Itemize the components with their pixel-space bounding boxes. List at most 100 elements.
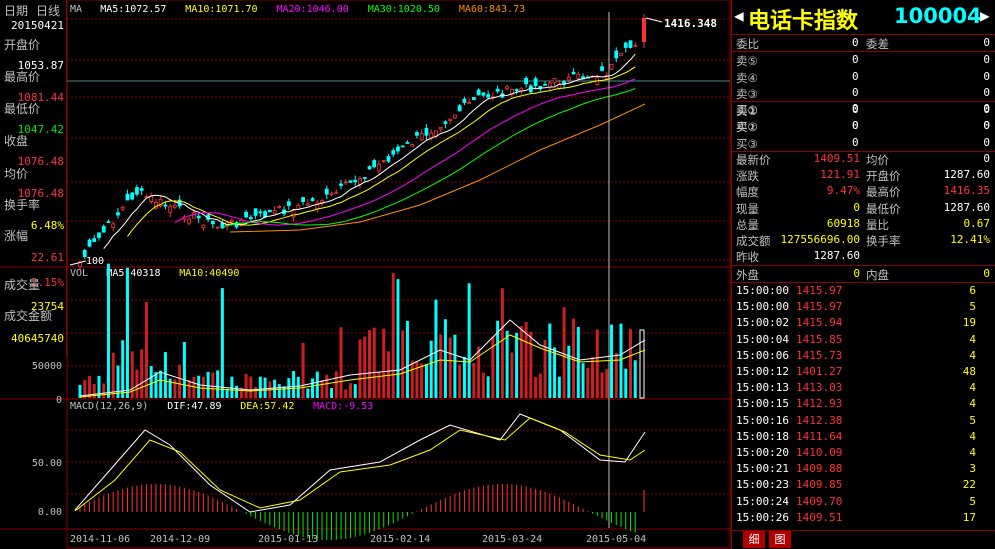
buy-volume: 0 bbox=[983, 135, 990, 149]
legend-item: MA bbox=[70, 4, 82, 15]
x-axis-date: 2014-12-09 bbox=[150, 534, 210, 545]
volume-bar bbox=[144, 301, 148, 398]
stat-row: 幅度 9.47% 最高价 1416.35 bbox=[734, 184, 994, 200]
volume-bar bbox=[334, 371, 338, 398]
buy-price: 0 bbox=[852, 118, 859, 132]
volume-bar bbox=[477, 346, 481, 398]
stat-label: 现量 bbox=[736, 201, 759, 216]
sell-label: 卖③ bbox=[736, 87, 758, 102]
candle-body bbox=[609, 63, 614, 70]
candle-body bbox=[130, 192, 135, 200]
arrow-right-icon[interactable]: ▶ bbox=[980, 6, 990, 25]
candle-body bbox=[362, 177, 367, 179]
candle-body bbox=[614, 50, 619, 59]
volume-bar bbox=[220, 288, 224, 398]
stat-row: 昨收 1287.60 bbox=[734, 249, 994, 265]
volume-bar bbox=[581, 363, 585, 398]
candle-body bbox=[415, 132, 419, 136]
tick-row: 15:00:26 1409.51 17 bbox=[734, 511, 992, 526]
tick-price: 1415.97 bbox=[796, 284, 843, 297]
tab-detail[interactable]: 细 bbox=[743, 531, 765, 548]
candle-body bbox=[476, 89, 481, 96]
tick-row: 15:00:12 1401.27 48 bbox=[734, 365, 992, 380]
volume-bar bbox=[121, 340, 125, 398]
volume-bar bbox=[106, 263, 110, 398]
buy-price: 0 bbox=[852, 102, 859, 115]
candle-body bbox=[410, 144, 415, 147]
tick-price: 1411.64 bbox=[796, 429, 843, 443]
arrow-left-icon[interactable]: ◀ bbox=[734, 6, 744, 25]
sell-row: 卖③ 0 0 bbox=[734, 86, 994, 102]
legend-item: MA10:40490 bbox=[179, 268, 239, 279]
volume-bar bbox=[287, 378, 291, 398]
ma-line bbox=[127, 66, 636, 237]
sell-volume: 0 bbox=[983, 69, 990, 83]
weicha-value: 0 bbox=[983, 36, 990, 49]
candle-body bbox=[543, 83, 547, 86]
tick-time: 15:00:06 bbox=[736, 348, 789, 362]
stat-row: 最新价 1409.51 均价 0 bbox=[734, 152, 994, 168]
left-label: 日期 bbox=[4, 4, 29, 18]
stat-value-2: 1416.35 bbox=[943, 184, 990, 198]
volume-bar bbox=[401, 330, 405, 398]
stat-row: 总量 60918 量比 0.67 bbox=[734, 217, 994, 233]
volume-bar bbox=[125, 267, 129, 398]
stat-row: 涨跌 121.91 开盘价 1287.60 bbox=[734, 168, 994, 184]
candle-body bbox=[396, 146, 400, 152]
candle-body bbox=[623, 42, 628, 48]
volume-bar bbox=[519, 326, 523, 398]
candle-body bbox=[343, 181, 348, 184]
period-label[interactable]: 日线 bbox=[36, 2, 60, 19]
candle-body bbox=[514, 89, 519, 92]
left-label: 开盘价 bbox=[4, 38, 41, 52]
volume-bar bbox=[391, 273, 395, 398]
chart-area[interactable]: MA MA5:1072.57 MA10:1071.70 MA20:1046.00 MA3… bbox=[0, 0, 731, 549]
x-axis-date: 2015-02-14 bbox=[370, 534, 430, 545]
tab-chart[interactable]: 图 bbox=[769, 531, 791, 548]
volume-bar bbox=[538, 373, 542, 398]
stat-value: 1409.51 bbox=[813, 152, 860, 165]
tick-price: 1409.88 bbox=[796, 462, 843, 476]
volume-bar bbox=[225, 388, 229, 398]
volume-bar bbox=[405, 320, 409, 398]
divider bbox=[732, 282, 995, 283]
candle-body bbox=[481, 92, 486, 96]
candle-body bbox=[310, 198, 315, 202]
left-label: 均价 bbox=[4, 167, 29, 181]
left-value: 40645740 bbox=[11, 332, 64, 345]
volume-bar bbox=[629, 328, 633, 398]
volume-bar bbox=[510, 352, 514, 398]
weibi-value: 0 bbox=[852, 36, 859, 49]
volume-bar bbox=[344, 389, 348, 398]
tick-row: 15:00:15 1412.93 4 bbox=[734, 397, 992, 412]
volume-bar bbox=[557, 376, 561, 398]
volume-bar bbox=[296, 376, 300, 398]
tick-time: 15:00:15 bbox=[736, 397, 789, 411]
volume-bar bbox=[420, 363, 424, 398]
tick-time: 15:00:12 bbox=[736, 365, 789, 378]
legend-item: VOL bbox=[70, 268, 88, 279]
volume-bar bbox=[154, 372, 158, 398]
candle-body bbox=[405, 142, 410, 144]
left-value: 20150421 bbox=[11, 19, 64, 32]
stat-value: 9.47% bbox=[826, 184, 860, 198]
volume-bar bbox=[505, 330, 509, 398]
left-label: 成交量 bbox=[4, 278, 41, 292]
candle-body bbox=[462, 98, 467, 103]
stat-value: 60918 bbox=[826, 216, 860, 230]
candle-body bbox=[215, 226, 220, 229]
buy-label: 买③ bbox=[736, 136, 758, 151]
volume-bar bbox=[135, 369, 139, 398]
outer-inner-row: 外盘 0 内盘 0 bbox=[734, 267, 994, 283]
tick-row: 15:00:06 1415.73 4 bbox=[734, 349, 992, 364]
divider bbox=[732, 51, 995, 52]
candle-body bbox=[524, 77, 529, 85]
volume-bar bbox=[277, 384, 281, 398]
stat-label: 涨跌 bbox=[736, 169, 759, 184]
volume-bar bbox=[567, 345, 571, 398]
candle-body bbox=[467, 101, 472, 104]
sell-volume: 0 bbox=[983, 53, 990, 66]
sell-price: 0 bbox=[852, 86, 859, 100]
x-axis-date: 2014-11-06 bbox=[70, 534, 130, 545]
inner-label: 内盘 bbox=[866, 268, 889, 282]
